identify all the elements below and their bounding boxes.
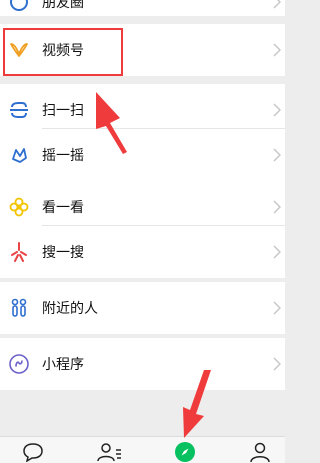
arrow-down-to-discover-tab: [183, 370, 211, 438]
annotation-arrows: [96, 92, 211, 438]
discover-page: 朋友圈 视频号 扫一扫 摇一摇 看一看 搜一搜 附近的人 小程序: [0, 0, 285, 463]
arrow-up-to-channels: [96, 92, 127, 154]
